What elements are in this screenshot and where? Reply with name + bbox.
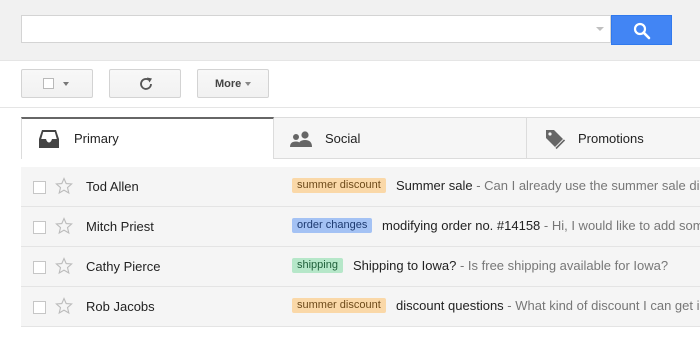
refresh-icon [140, 77, 152, 90]
row-checkbox[interactable] [33, 261, 46, 274]
email-label[interactable]: shipping [292, 258, 343, 273]
email-list: Tod Allen summer discount Summer sale - … [21, 167, 700, 327]
email-sender: Mitch Priest [86, 219, 154, 234]
row-checkbox[interactable] [33, 221, 46, 234]
star-icon[interactable] [55, 297, 73, 315]
email-subject: Summer sale [396, 178, 473, 193]
more-button-label: More [215, 78, 242, 90]
email-row[interactable]: Tod Allen summer discount Summer sale - … [21, 167, 700, 207]
toolbar-divider [0, 107, 700, 108]
email-subject-line: modifying order no. #14158 - Hi, I would… [382, 218, 700, 233]
tab-label: Primary [74, 131, 119, 146]
email-subject: discount questions [396, 298, 504, 313]
star-icon[interactable] [55, 257, 73, 275]
email-snippet: - What kind of discount I can get i [503, 298, 700, 313]
search-options-caret-icon[interactable] [596, 27, 604, 31]
chevron-down-icon [245, 82, 251, 86]
select-all-checkbox[interactable] [43, 78, 54, 89]
tab-social[interactable]: Social [274, 117, 527, 159]
more-button[interactable]: More [197, 69, 269, 98]
email-label[interactable]: order changes [292, 218, 373, 233]
email-subject-line: Shipping to Iowa? - Is free shipping ava… [353, 258, 668, 273]
chevron-down-icon [63, 82, 69, 86]
tab-label: Social [325, 131, 361, 146]
inbox-icon [39, 130, 59, 148]
people-icon [290, 131, 312, 147]
email-snippet: - Hi, I would like to add som [540, 218, 700, 233]
search-input[interactable] [21, 15, 611, 43]
row-checkbox[interactable] [33, 181, 46, 194]
email-subject-line: Summer sale - Can I already use the summ… [396, 178, 699, 193]
email-sender: Cathy Pierce [86, 259, 161, 274]
tab-label: Promotions [578, 131, 644, 146]
row-checkbox[interactable] [33, 301, 46, 314]
tab-primary[interactable]: Primary [21, 117, 274, 159]
email-row[interactable]: Mitch Priest order changes modifying ord… [21, 207, 700, 247]
email-subject: modifying order no. #14158 [382, 218, 541, 233]
star-icon[interactable] [55, 217, 73, 235]
category-tabs: Primary Social Promotions [21, 117, 700, 159]
star-icon[interactable] [55, 177, 73, 195]
header [0, 0, 700, 60]
email-snippet: - Is free shipping available for Iowa? [456, 258, 669, 273]
email-row[interactable]: Cathy Pierce shipping Shipping to Iowa? … [21, 247, 700, 287]
refresh-button[interactable] [109, 69, 181, 98]
select-button[interactable] [21, 69, 93, 98]
email-label[interactable]: summer discount [292, 178, 386, 193]
email-label[interactable]: summer discount [292, 298, 386, 313]
email-row[interactable]: Rob Jacobs summer discount discount ques… [21, 287, 700, 327]
email-subject: Shipping to Iowa? [353, 258, 457, 273]
email-snippet: - Can I already use the summer sale di [472, 178, 700, 193]
search-icon [633, 22, 651, 40]
email-subject-line: discount questions - What kind of discou… [396, 298, 700, 313]
tab-promotions[interactable]: Promotions [527, 117, 700, 159]
header-divider [0, 60, 700, 61]
tag-icon [546, 130, 565, 150]
email-sender: Tod Allen [86, 179, 139, 194]
email-sender: Rob Jacobs [86, 299, 155, 314]
search-button[interactable] [611, 15, 672, 45]
